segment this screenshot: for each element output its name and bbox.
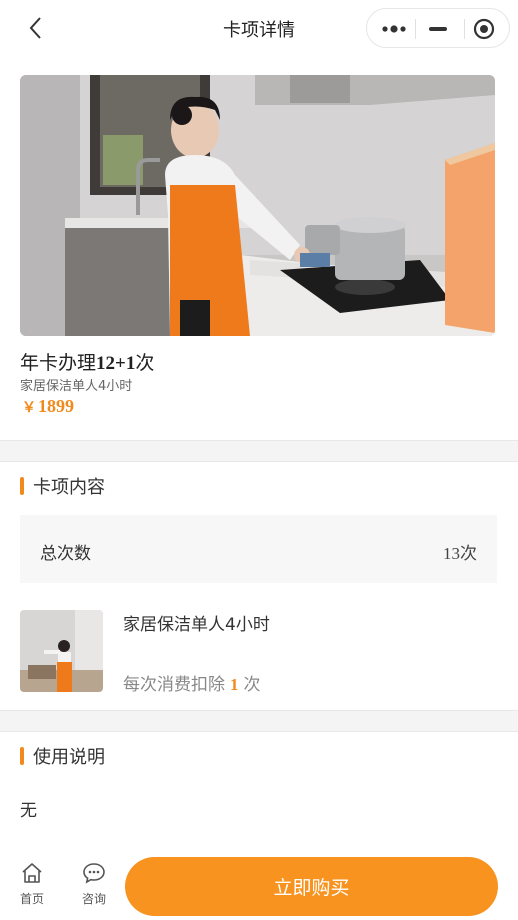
product-subtitle: 家居保洁单人4小时: [20, 379, 133, 394]
service-item-name: 家居保洁单人4小时: [123, 615, 270, 635]
mini-program-capsule: [366, 8, 510, 48]
capsule-divider: [464, 19, 465, 39]
consult-tab[interactable]: 咨询: [74, 862, 114, 907]
product-hero-image: [20, 75, 495, 336]
deduct-count: 1: [230, 675, 239, 694]
price-currency: ￥: [22, 401, 36, 416]
product-title-suffix: 次: [135, 352, 155, 374]
home-tab-label: 首页: [19, 892, 44, 906]
product-title-count: 12+1: [96, 353, 136, 374]
section-accent-bar: [20, 747, 24, 765]
service-item-deduction: 每次消费扣除 1 次: [123, 670, 261, 695]
product-title-prefix: 年卡办理: [20, 352, 97, 374]
chat-bubble-icon: [83, 863, 105, 884]
navigation-bar: 卡项详情: [0, 0, 518, 56]
service-item-thumbnail: [20, 610, 103, 692]
bottom-action-bar: 首页 咨询 立即购买: [0, 848, 518, 920]
section-accent-bar: [20, 477, 24, 495]
section-divider: [0, 440, 518, 462]
target-icon[interactable]: [473, 18, 495, 40]
minimize-icon[interactable]: [429, 27, 447, 31]
deduct-suffix: 次: [243, 675, 261, 695]
home-tab[interactable]: 首页: [12, 862, 52, 907]
card-content-section-title: 卡项内容: [20, 473, 105, 499]
home-icon: [22, 863, 42, 883]
total-count-label: 总次数: [40, 544, 91, 564]
section-divider: [0, 710, 518, 732]
total-count-value: 13次: [443, 544, 477, 563]
total-count-row: 总次数 13次: [20, 515, 497, 583]
more-dots-icon[interactable]: [381, 22, 407, 36]
card-content-title-text: 卡项内容: [33, 477, 105, 498]
buy-now-button[interactable]: 立即购买: [125, 857, 498, 916]
price-value: 1899: [38, 396, 74, 416]
product-title: 年卡办理12+1次: [20, 348, 154, 375]
usage-section-title: 使用说明: [20, 743, 105, 769]
consult-tab-label: 咨询: [81, 892, 106, 906]
usage-title-text: 使用说明: [33, 747, 105, 768]
product-price: ￥ 1899: [22, 396, 74, 417]
deduct-prefix: 每次消费扣除: [123, 675, 225, 695]
capsule-divider: [415, 19, 416, 39]
usage-description: 无: [20, 801, 37, 821]
